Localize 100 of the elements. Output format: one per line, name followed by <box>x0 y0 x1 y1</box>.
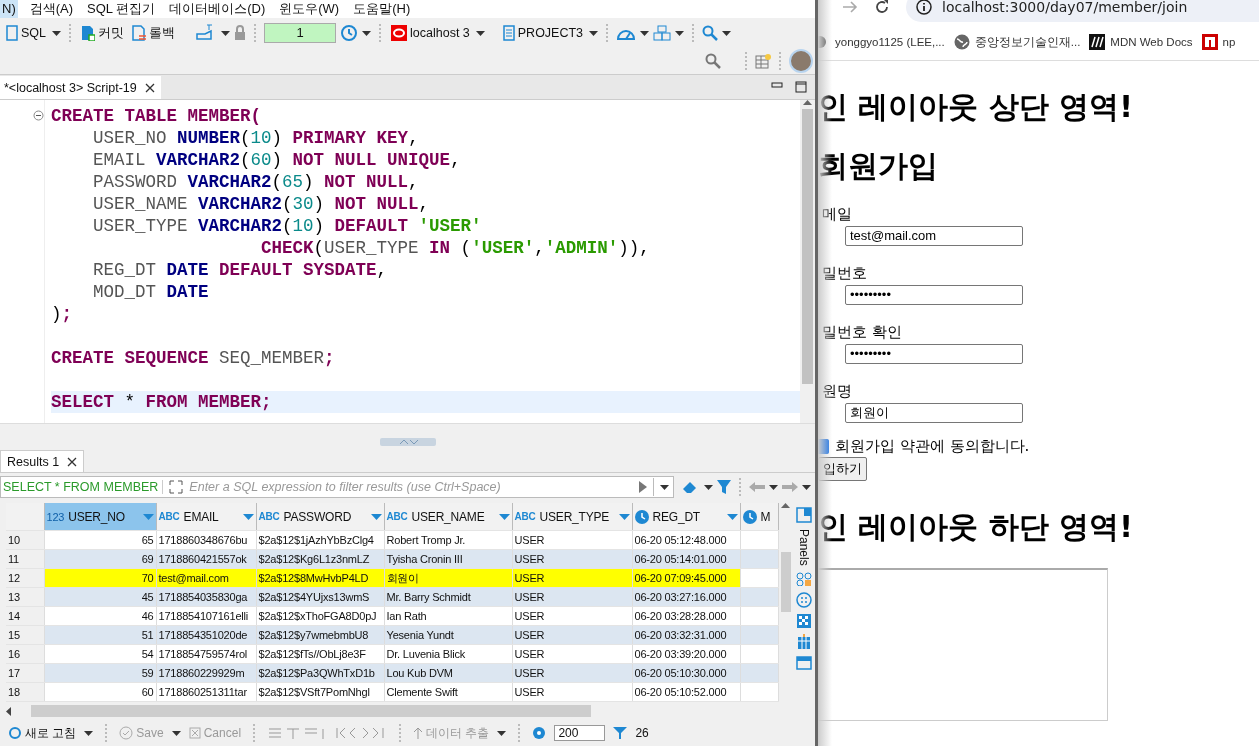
column-header[interactable]: ABC USER_NAME <box>384 503 512 531</box>
caret-icon[interactable] <box>802 484 811 490</box>
caret-icon[interactable] <box>675 30 685 36</box>
code-line: MOD_DT DATE <box>92 281 210 303</box>
commit-button[interactable]: 커밋 <box>79 22 126 44</box>
grid-icon[interactable] <box>796 571 812 586</box>
table-cell: 06-20 03:28:28.000 <box>632 606 740 626</box>
input-field[interactable]: 회원이 <box>845 403 1023 423</box>
scrollbar-thumb <box>780 552 791 612</box>
code-line: CHECK(USER_TYPE IN ('USER','ADMIN')), <box>260 237 651 259</box>
forward-icon[interactable] <box>842 0 858 14</box>
table-cell: 06-20 03:39:20.000 <box>632 644 740 664</box>
caret-icon <box>6 706 11 716</box>
menu-item[interactable]: 검색(A) <box>27 0 76 18</box>
project-selector[interactable]: PROJECT3 <box>500 23 586 43</box>
caret-icon[interactable] <box>769 484 778 490</box>
checkbox[interactable] <box>818 439 829 454</box>
sort-caret-icon[interactable] <box>370 513 382 520</box>
sort-caret-icon[interactable] <box>498 513 510 520</box>
sort-caret-icon[interactable] <box>242 513 254 520</box>
submit-button[interactable]: 입하기 <box>818 457 867 481</box>
refresh-button[interactable]: 새로 고침 <box>8 724 77 742</box>
collapse-icon[interactable] <box>33 110 44 122</box>
caret-icon[interactable] <box>475 30 485 36</box>
bookmark[interactable]: yonggyo1125 (LEE,... <box>818 35 945 49</box>
checker-icon[interactable] <box>797 613 811 628</box>
caret-icon[interactable] <box>589 30 599 36</box>
play-icon[interactable] <box>639 481 647 493</box>
caret-icon[interactable] <box>171 730 181 736</box>
caret-icon[interactable] <box>52 30 61 36</box>
bookmark[interactable]: 중앙정보기술인재... <box>953 34 1081 50</box>
caret-icon[interactable] <box>84 730 94 736</box>
caret-icon[interactable] <box>660 484 669 490</box>
lock-icon <box>234 25 246 41</box>
address-bar[interactable]: localhost:3000/day07/member/join <box>906 0 1259 22</box>
maximize-icon[interactable] <box>795 81 807 93</box>
connection-selector[interactable]: localhost 3 <box>389 23 472 43</box>
code-line: ); <box>51 303 74 325</box>
avatar[interactable] <box>789 49 813 73</box>
close-icon[interactable] <box>67 456 78 467</box>
menu-item[interactable]: SQL 편집기 <box>85 0 158 18</box>
field-label: 메일 <box>821 205 853 224</box>
bookmark[interactable]: MDN Web Docs <box>1089 34 1193 50</box>
caret-icon[interactable] <box>362 30 371 36</box>
search-icon[interactable] <box>705 53 721 69</box>
close-icon[interactable] <box>144 82 155 93</box>
sort-caret-icon[interactable] <box>142 513 154 520</box>
column-header[interactable]: ABC EMAIL <box>156 503 256 531</box>
splitter-handle-icon[interactable] <box>379 438 436 446</box>
table-cell: 54 <box>44 644 156 664</box>
column-header[interactable]: M <box>740 503 778 531</box>
code-line: EMAIL VARCHAR2(60) NOT NULL UNIQUE, <box>92 149 462 171</box>
menu-item[interactable]: 윈도우(W) <box>277 0 342 18</box>
document-icon <box>132 25 146 41</box>
table-cell: 1718854107161elli <box>156 606 256 626</box>
check-icon <box>119 726 134 740</box>
column-header[interactable]: ABC PASSWORD <box>256 503 384 531</box>
code-line: USER_NO NUMBER(10) PRIMARY KEY, <box>92 127 420 149</box>
globe-icon <box>953 34 970 50</box>
funnel-icon[interactable] <box>613 727 628 739</box>
column-header[interactable]: REG_DT <box>632 503 740 531</box>
sql-button[interactable]: SQL <box>4 23 48 43</box>
column-name: M <box>760 509 772 524</box>
editor-tab[interactable]: *<localhost 3> Script-19 <box>0 76 161 99</box>
sort-caret-icon[interactable] <box>726 513 738 520</box>
table-cell: $2a$12$1jAzhYbBzClg4 <box>256 530 384 550</box>
table-cell: 1718860348676bu <box>156 530 256 550</box>
fetch-size-field[interactable]: 200 <box>554 725 606 741</box>
minimize-icon[interactable] <box>771 81 783 89</box>
sort-caret-icon[interactable] <box>618 513 630 520</box>
menu-item[interactable]: 도움말(H) <box>351 0 413 18</box>
column-name: USER_NAME <box>411 509 486 524</box>
panels-label[interactable]: Panels <box>797 529 811 566</box>
caret-icon[interactable] <box>221 30 230 36</box>
caret-icon[interactable] <box>722 30 732 36</box>
reload-icon[interactable] <box>874 0 890 15</box>
table-icon[interactable] <box>755 53 771 69</box>
bookmark[interactable]: np <box>1201 34 1236 50</box>
rollback-button[interactable]: 롤백 <box>130 22 177 44</box>
column-header[interactable]: ABC USER_TYPE <box>512 503 632 531</box>
table-cell: Clemente Swift <box>384 682 512 702</box>
input-field[interactable]: ••••••••• <box>845 344 1023 364</box>
circle-icon[interactable] <box>796 591 812 608</box>
menu-item[interactable]: 데이터베이스(D) <box>167 0 268 18</box>
window-icon[interactable] <box>796 655 812 670</box>
caret-icon[interactable] <box>704 484 713 490</box>
info-icon <box>916 0 932 15</box>
results-tab[interactable]: Results 1 <box>0 450 85 472</box>
input-field[interactable]: test@mail.com <box>845 226 1023 246</box>
menu-item[interactable]: N) <box>0 0 18 18</box>
caret-icon[interactable] <box>640 30 650 36</box>
caret-icon[interactable] <box>497 730 507 736</box>
input-field[interactable]: ••••••••• <box>845 285 1023 305</box>
panel-icon[interactable] <box>796 507 812 523</box>
filter-field[interactable]: SELECT * FROM MEMBER Enter a SQL expression to filter results (use Ctrl+Space) <box>0 476 674 498</box>
cancel-icon <box>188 727 201 739</box>
table-cell: Ian Rath <box>384 606 512 626</box>
column-header[interactable]: 123 USER_NO <box>44 503 156 531</box>
expand-icon[interactable] <box>169 480 184 494</box>
column-name: PASSWORD <box>283 509 353 524</box>
